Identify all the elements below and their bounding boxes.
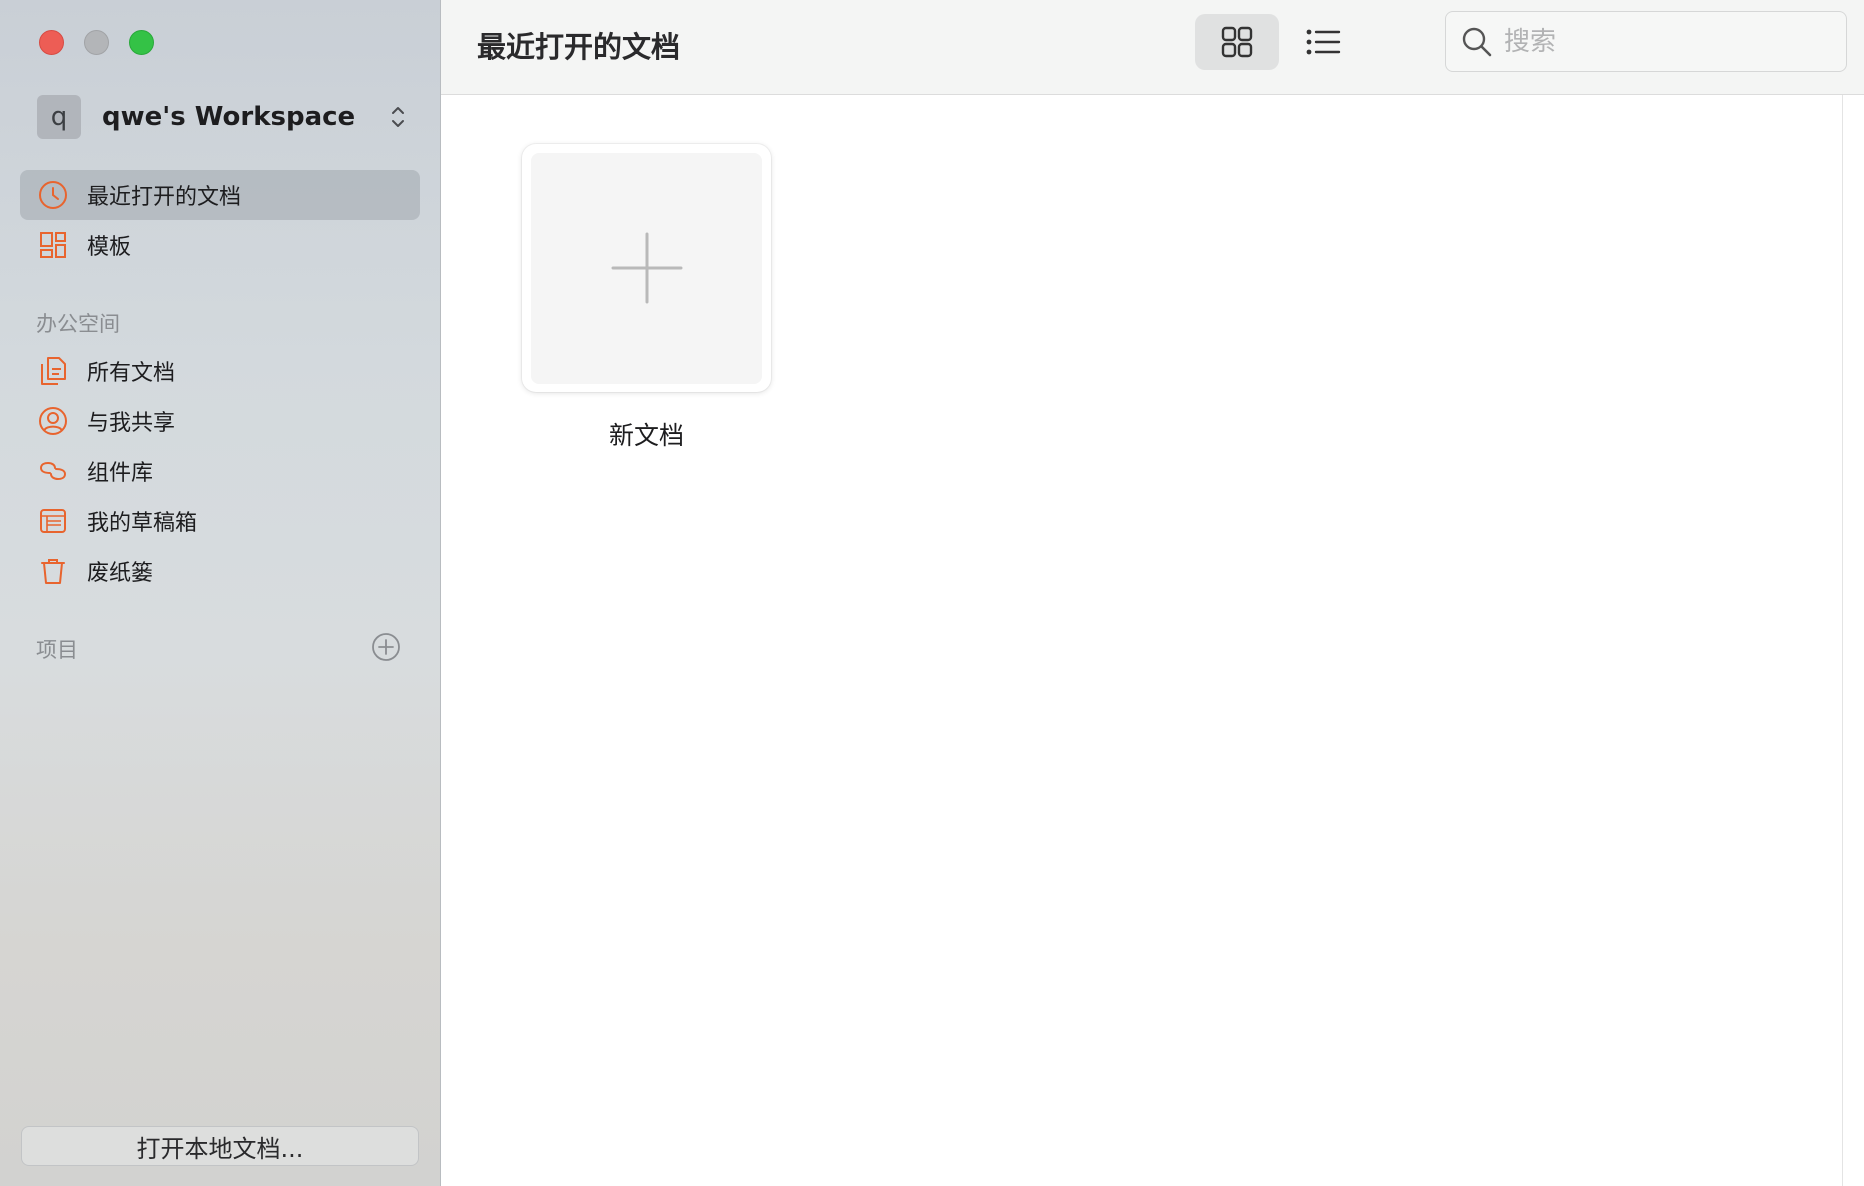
workspace-switcher[interactable]: q qwe's Workspace [37, 95, 407, 139]
template-icon [37, 229, 69, 261]
sidebar-item-templates[interactable]: 模板 [20, 220, 420, 270]
minimize-window-button[interactable] [84, 30, 109, 55]
sidebar-item-label: 废纸篓 [87, 561, 154, 586]
projects-section-title: 项目 [36, 638, 78, 662]
new-document-card[interactable] [522, 144, 771, 392]
search-input[interactable] [1504, 26, 1824, 57]
close-window-button[interactable] [39, 30, 64, 55]
open-local-document-button[interactable]: 打开本地文档... [21, 1126, 419, 1166]
chevron-up-down-icon [392, 107, 404, 127]
maximize-window-button[interactable] [129, 30, 154, 55]
app-window: q qwe's Workspace 最近打开的文档 模板 办公空间 所有文档 与… [0, 0, 1864, 1186]
list-icon [1306, 29, 1341, 55]
add-project-icon[interactable] [371, 632, 401, 662]
new-document-label[interactable]: 新文档 [522, 416, 771, 452]
page-title: 最近打开的文档 [477, 30, 681, 64]
sidebar-item-recent[interactable]: 最近打开的文档 [20, 170, 420, 220]
sidebar: q qwe's Workspace 最近打开的文档 模板 办公空间 所有文档 与… [0, 0, 441, 1186]
clock-icon [37, 179, 69, 211]
link-icon [37, 455, 69, 487]
new-document-thumbnail [531, 152, 762, 384]
sidebar-item-label: 所有文档 [87, 361, 176, 386]
scrollbar-track[interactable] [1842, 95, 1864, 1186]
office-section-title: 办公空间 [36, 312, 120, 336]
drafts-icon [37, 505, 69, 537]
sidebar-item-all-documents[interactable]: 所有文档 [20, 346, 420, 396]
search-icon [1462, 27, 1492, 56]
sidebar-item-shared-with-me[interactable]: 与我共享 [20, 396, 420, 446]
sidebar-item-label: 模板 [87, 235, 132, 260]
plus-icon [611, 232, 682, 304]
sidebar-item-label: 最近打开的文档 [87, 185, 242, 210]
workspace-avatar: q [37, 95, 81, 139]
documents-icon [37, 355, 69, 387]
trash-icon [37, 555, 69, 587]
list-view-button[interactable] [1281, 14, 1365, 70]
grid-icon [1221, 26, 1253, 58]
toolbar: 最近打开的文档 [441, 0, 1864, 95]
sidebar-item-component-library[interactable]: 组件库 [20, 446, 420, 496]
window-controls [39, 30, 154, 55]
main-content: 最近打开的文档 搜索 新文档 [441, 0, 1864, 1186]
sidebar-item-trash[interactable]: 废纸篓 [20, 546, 420, 596]
sidebar-item-drafts[interactable]: 我的草稿箱 [20, 496, 420, 546]
sidebar-item-label: 我的草稿箱 [87, 511, 198, 536]
grid-view-button[interactable] [1195, 14, 1279, 70]
sidebar-item-label: 与我共享 [87, 411, 176, 436]
sidebar-item-label: 组件库 [87, 461, 154, 486]
workspace-name: qwe's Workspace [102, 102, 356, 132]
search-box[interactable] [1445, 11, 1847, 72]
person-icon [37, 405, 69, 437]
